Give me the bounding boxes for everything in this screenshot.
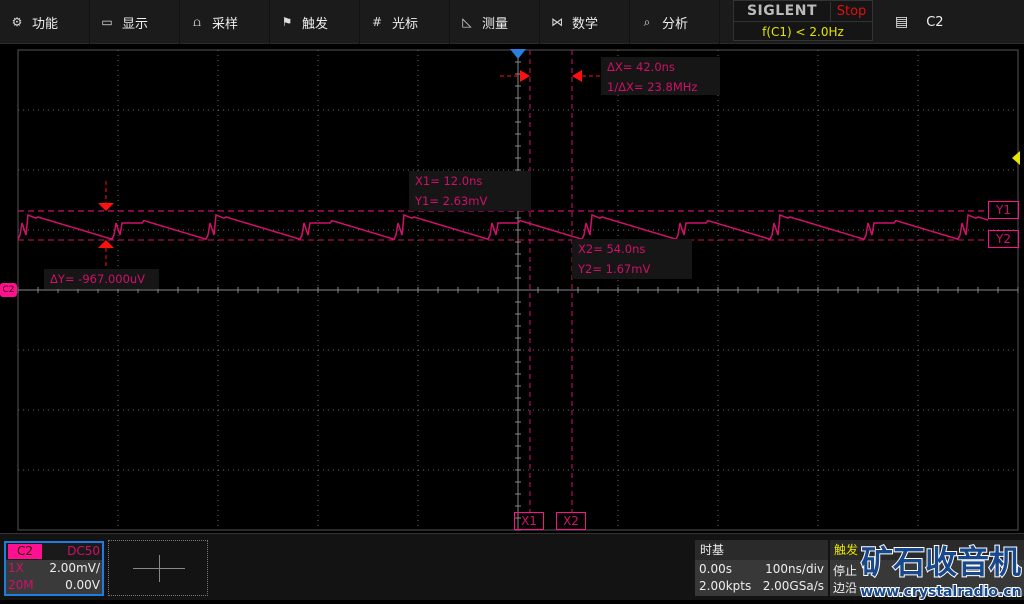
channel-ground-marker[interactable]: C2 (0, 283, 17, 297)
menu-7[interactable]: ⌕ 分析 (630, 0, 720, 44)
dy-arrow-bottom (98, 240, 114, 248)
x2-cursor-tag[interactable]: X2 (556, 512, 586, 530)
menu-label: 触发 (302, 16, 329, 32)
waveform-display[interactable]: ΔX= 42.0ns 1/ΔX= 23.8MHz X1= 12.0ns Y1= … (0, 45, 1024, 533)
timebase-title: 时基 (695, 540, 828, 560)
dy-arrow-top (98, 203, 114, 211)
monitor-icon: ▭ (101, 15, 113, 29)
vertical-scale: 2.00mV/ (49, 561, 100, 575)
y1-value: Y1= 2.63mV (415, 194, 488, 208)
menu-2[interactable]: ⩍ 采样 (180, 0, 270, 44)
dx-arrow-right (572, 70, 582, 82)
menu-label: 分析 (662, 16, 689, 32)
menu-4[interactable]: # 光标 (360, 0, 450, 44)
channel-selector-label: C2 (926, 14, 944, 30)
menu-label: 功能 (32, 16, 59, 32)
math-icon: ⋈ (551, 15, 563, 29)
memory-icon: ▤ (895, 14, 909, 30)
timebase-scale: 100ns/div (765, 562, 824, 576)
channel-coupling: DC50 (67, 544, 100, 558)
trigger-type: 边沿 (833, 581, 858, 595)
y1-cursor-tag[interactable]: Y1 (988, 201, 1019, 219)
inverse-delta-x-value: 1/ΔX= 23.8MHz (607, 80, 698, 94)
x1-y1-readout: X1= 12.0ns Y1= 2.63mV (409, 171, 531, 211)
plus-icon-vertical (159, 555, 160, 582)
gear-icon: ⚙ (11, 15, 23, 29)
menu-5[interactable]: ◺ 测量 (450, 0, 540, 44)
run-status[interactable]: Stop (830, 2, 872, 21)
acquire-icon: ⩍ (193, 14, 201, 29)
menu-0[interactable]: ⚙ 功能 (0, 0, 90, 44)
bandwidth-limit: 20M (8, 578, 34, 592)
brand-status-panel: SIGLENT Stop f(C1) < 2.0Hz (733, 0, 873, 41)
delta-x-readout: ΔX= 42.0ns 1/ΔX= 23.8MHz (601, 57, 720, 95)
x2-y2-readout: X2= 54.0ns Y2= 1.67mV (572, 239, 692, 279)
analysis-icon: ⌕ (643, 14, 651, 29)
memory-depth: 2.00kpts (699, 579, 752, 593)
menu-label: 测量 (482, 16, 509, 32)
menu-label: 采样 (212, 16, 239, 32)
menu-label: 光标 (392, 16, 419, 32)
trigger-level-marker (1012, 151, 1020, 165)
frequency-counter: f(C1) < 2.0Hz (734, 21, 872, 41)
y2-cursor-tag[interactable]: Y2 (988, 230, 1019, 248)
svg-text:矿石收音机: 矿石收音机 (861, 543, 1021, 581)
x2-value: X2= 54.0ns (578, 242, 646, 256)
x1-value: X1= 12.0ns (415, 174, 483, 188)
measure-triangle-icon: ◺ (462, 15, 472, 29)
delta-y-readout: ΔY= -967.000uV (44, 269, 159, 289)
svg-text:www.crystalradio.cn: www.crystalradio.cn (860, 584, 1021, 600)
flag-icon: ⚑ (281, 15, 293, 29)
siglent-logo: SIGLENT (746, 3, 818, 19)
trigger-position-marker (510, 49, 526, 59)
menu-label: 显示 (122, 16, 149, 32)
menu-3[interactable]: ⚑ 触发 (270, 0, 360, 44)
timebase-panel[interactable]: 时基 0.00s 100ns/div 2.00kpts 2.00GSa/s (695, 540, 828, 596)
menu-6[interactable]: ⋈ 数学 (540, 0, 630, 44)
probe-attenuation: 1X (8, 561, 24, 575)
menu-label: 数学 (572, 16, 599, 32)
sample-rate: 2.00GSa/s (762, 579, 824, 593)
y2-value: Y2= 1.67mV (578, 262, 651, 276)
channel-name: C2 (8, 544, 42, 559)
channel-2-trace (17, 213, 989, 241)
x1-cursor-tag[interactable]: X1 (514, 512, 544, 530)
watermark-logo: 矿石收音机 www.crystalradio.cn (858, 538, 1024, 601)
channel-c2-descriptor[interactable]: C2 DC50 1X 2.00mV/ 20M 0.00V (4, 541, 104, 596)
cursor-grid-icon: # (371, 15, 383, 29)
vertical-offset: 0.00V (65, 578, 100, 592)
menu-1[interactable]: ▭ 显示 (90, 0, 180, 44)
add-channel-button[interactable] (108, 540, 208, 596)
top-menu-bar: ⚙ 功能 ▭ 显示 ⩍ 采样 ⚑ 触发 # 光标 ◺ 测量 ⋈ 数学 ⌕ 分析 SIGLENT Stop f(… (0, 0, 1024, 44)
graticule (17, 49, 1020, 531)
delta-x-value: ΔX= 42.0ns (607, 60, 675, 74)
channel-selector[interactable]: ▤ C2 (895, 0, 944, 44)
dx-arrow-left (520, 70, 530, 82)
trigger-state: 停止 (833, 564, 858, 578)
timebase-delay: 0.00s (699, 562, 732, 576)
